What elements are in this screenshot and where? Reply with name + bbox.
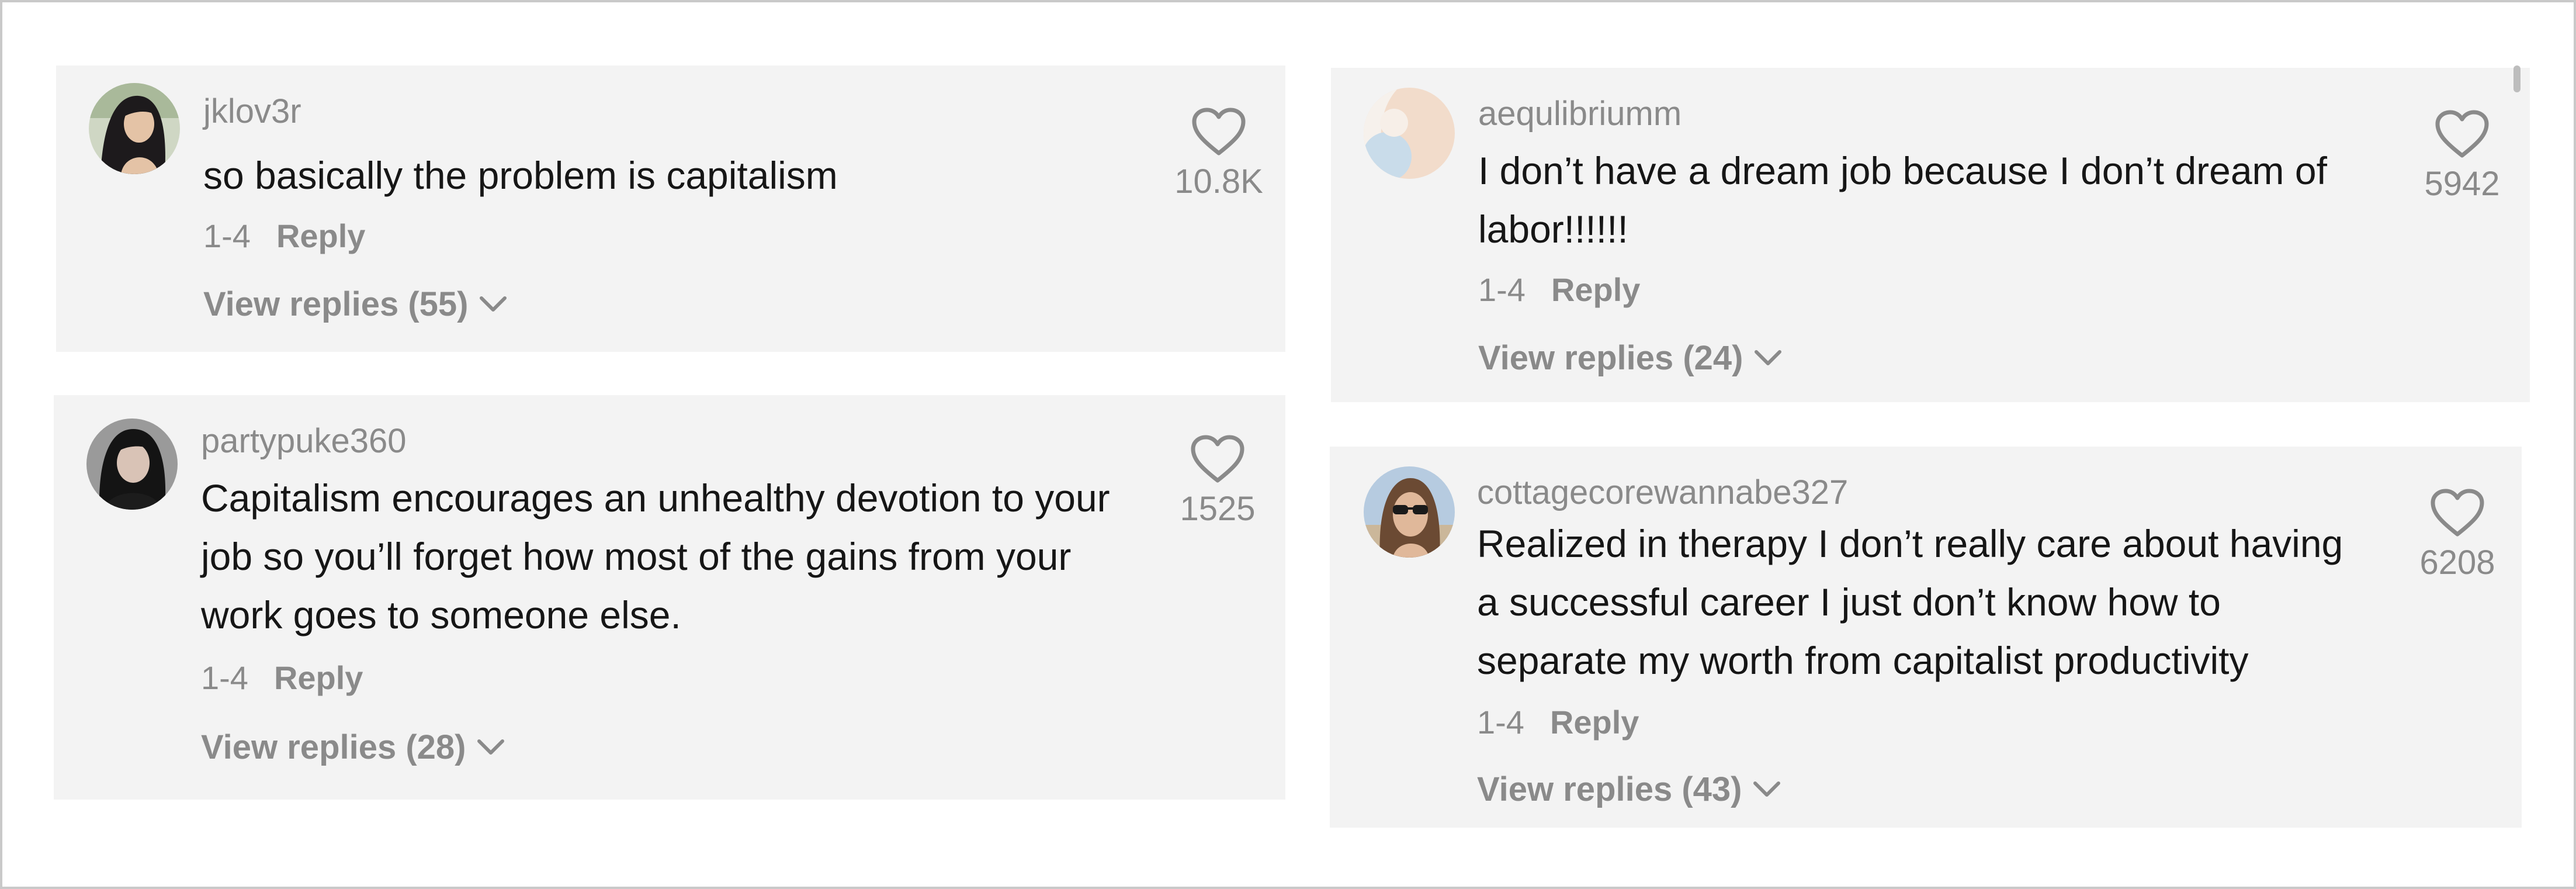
chevron-down-icon xyxy=(1753,781,1780,797)
like-control: 5942 xyxy=(2404,109,2520,201)
heart-outline-icon[interactable] xyxy=(2434,109,2490,159)
reply-button[interactable]: Reply xyxy=(274,662,363,694)
comment-text: Realized in therapy I don’t really care … xyxy=(1477,522,2343,682)
heart-outline-icon[interactable] xyxy=(1190,434,1246,484)
view-replies-label: View replies (55) xyxy=(203,285,469,323)
comment-meta: 1-4 Reply xyxy=(203,220,365,252)
comment-text: I don’t have a dream job because I don’t… xyxy=(1478,149,2327,251)
avatar-image xyxy=(1364,88,1455,179)
comment-meta: 1-4 Reply xyxy=(1478,274,1640,306)
avatar-image xyxy=(89,83,180,174)
comment-date: 1-4 xyxy=(1478,271,1526,308)
comment-meta: 1-4 Reply xyxy=(1477,706,1639,739)
avatar[interactable] xyxy=(1364,88,1455,179)
like-count: 5942 xyxy=(2424,165,2500,203)
comment-card: partypuke360 Capitalism encourages an un… xyxy=(54,395,1285,800)
username[interactable]: jklov3r xyxy=(203,95,301,129)
view-replies-label: View replies (28) xyxy=(201,728,466,766)
username[interactable]: cottagecorewannabe327 xyxy=(1477,476,1848,510)
avatar[interactable] xyxy=(1364,466,1455,558)
username[interactable]: aequlibriumm xyxy=(1478,97,1681,131)
view-replies-label: View replies (24) xyxy=(1478,339,1743,377)
comment-date: 1-4 xyxy=(201,659,248,696)
comment-card: aequlibriumm I don’t have a dream job be… xyxy=(1331,68,2530,402)
like-control: 6208 xyxy=(2399,487,2516,580)
like-control: 1525 xyxy=(1159,434,1276,526)
chevron-down-icon xyxy=(1754,350,1781,365)
like-count: 1525 xyxy=(1180,490,1256,528)
avatar[interactable] xyxy=(86,418,178,510)
username[interactable]: partypuke360 xyxy=(201,424,406,458)
screenshot-frame: jklov3r so basically the problem is capi… xyxy=(0,0,2576,889)
avatar-image xyxy=(1364,466,1455,558)
avatar-image xyxy=(86,418,178,510)
chevron-down-icon xyxy=(477,739,504,755)
view-replies-button[interactable]: View replies (28) xyxy=(201,731,506,765)
scrollbar-thumb[interactable] xyxy=(2513,65,2520,92)
comment-date: 1-4 xyxy=(203,217,251,254)
like-count: 6208 xyxy=(2419,544,2495,582)
avatar[interactable] xyxy=(89,83,180,174)
heart-outline-icon[interactable] xyxy=(2429,487,2485,538)
reply-button[interactable]: Reply xyxy=(1550,706,1639,739)
like-count: 10.8K xyxy=(1174,162,1263,200)
comment-text: so basically the problem is capitalism xyxy=(203,154,838,197)
heart-outline-icon[interactable] xyxy=(1191,106,1247,157)
comment-card: jklov3r so basically the problem is capi… xyxy=(56,65,1285,352)
view-replies-button[interactable]: View replies (24) xyxy=(1478,341,1783,375)
reply-button[interactable]: Reply xyxy=(1551,274,1641,306)
reply-button[interactable]: Reply xyxy=(276,220,366,252)
comment-date: 1-4 xyxy=(1477,704,1524,741)
view-replies-label: View replies (43) xyxy=(1477,770,1742,808)
comment-meta: 1-4 Reply xyxy=(201,662,363,694)
comment-text: Capitalism encourages an unhealthy devot… xyxy=(201,476,1110,637)
comment-card: cottagecorewannabe327 Realized in therap… xyxy=(1330,447,2522,828)
view-replies-button[interactable]: View replies (55) xyxy=(203,288,508,321)
chevron-down-icon xyxy=(479,296,507,312)
view-replies-button[interactable]: View replies (43) xyxy=(1477,773,1782,807)
like-control: 10.8K xyxy=(1160,106,1277,199)
